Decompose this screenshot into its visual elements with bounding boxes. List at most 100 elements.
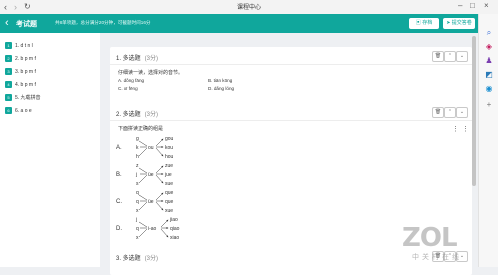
syllable: jiao xyxy=(169,217,178,223)
option-b[interactable]: B. tiān kōng xyxy=(208,78,232,83)
question-number-badge: 5 xyxy=(5,94,12,102)
syllable: zue xyxy=(165,163,173,169)
sidebar-item-label: 4. b p m f xyxy=(15,82,36,88)
scrollbar-thumb[interactable] xyxy=(472,36,476,186)
divider xyxy=(110,120,472,121)
question-score: (3分) xyxy=(144,56,159,62)
syllable: xue xyxy=(165,208,173,214)
question-stem: 下面拼读正确的组是 xyxy=(118,126,164,132)
final: üe xyxy=(148,172,154,178)
sidebar-item-label: 3. b p m f xyxy=(15,69,36,75)
syllable: xiao xyxy=(170,235,179,241)
initial: q xyxy=(136,226,139,232)
syllable: gou xyxy=(165,136,174,142)
pinyin-diagram: A. g k h ou gou kou hou B. z j s üe zue … xyxy=(116,136,180,241)
send-icon: ➤ xyxy=(446,20,451,26)
question-header: 3. 多选题 (3分) xyxy=(116,253,158,262)
question-number-badge: 1 xyxy=(5,42,12,50)
initial: j xyxy=(135,172,137,178)
initial: k xyxy=(136,145,139,151)
question-title: 1. 多选题 xyxy=(116,56,141,62)
games-icon[interactable]: ♟ xyxy=(484,56,494,65)
browser-sidebar: ⌕ ◈ ♟ ◩ ◉ + xyxy=(478,14,498,267)
delete-icon[interactable]: 🗑 xyxy=(432,51,444,62)
scrollbar[interactable] xyxy=(472,36,476,216)
minimize-icon[interactable]: – xyxy=(458,1,462,10)
sidebar-item-label: 1. d t n l xyxy=(15,43,33,49)
question-number-badge: 6 xyxy=(5,107,12,115)
search-icon[interactable]: ⌕ xyxy=(484,28,494,37)
close-icon[interactable]: × xyxy=(484,1,489,10)
outlook-icon[interactable]: ◉ xyxy=(484,84,494,93)
tools-icon[interactable]: ◩ xyxy=(484,70,494,79)
submit-label: 提交答卷 xyxy=(451,20,472,26)
question-score: (3分) xyxy=(144,256,159,262)
save-icon: ▣ xyxy=(415,20,421,26)
sidebar-item-label: 6. a o e xyxy=(15,108,32,114)
final: üe xyxy=(148,199,154,205)
initial: q xyxy=(136,199,139,205)
syllable: hou xyxy=(165,154,174,160)
question-title: 2. 多选题 xyxy=(116,112,141,118)
initial: z xyxy=(136,163,139,169)
chevron-down-icon[interactable]: ⌄ xyxy=(456,107,468,118)
chevron-down-icon[interactable]: ⌄ xyxy=(456,51,468,62)
syllable: que xyxy=(165,199,174,205)
question-header: 2. 多选题 (3分) xyxy=(116,109,158,118)
initial: h xyxy=(136,154,139,160)
more-icon[interactable]: ⋮ xyxy=(462,125,469,133)
sidebar-item-5[interactable]: 5 5. 九载拼音 xyxy=(5,94,41,102)
option-a-label[interactable]: A. xyxy=(116,145,122,151)
save-button[interactable]: ▣ 存档 xyxy=(409,18,439,29)
save-label: 存档 xyxy=(422,20,433,26)
initial: q xyxy=(136,190,139,196)
delete-icon[interactable]: 🗑 xyxy=(432,107,444,118)
question-header: 1. 多选题 (3分) xyxy=(116,53,158,62)
question-title: 3. 多选题 xyxy=(116,256,141,262)
question-number-badge: 4 xyxy=(5,81,12,89)
question-score: (3分) xyxy=(144,112,159,118)
final: ou xyxy=(148,145,154,151)
diagram-b: B. z j s üe zue jue sue xyxy=(116,163,173,187)
add-icon[interactable]: + xyxy=(484,100,494,109)
question-number-badge: 3 xyxy=(5,68,12,76)
sidebar-item-1[interactable]: 1 1. d t n l xyxy=(5,42,33,50)
submit-button[interactable]: ➤ 提交答卷 xyxy=(443,18,475,29)
zol-watermark-logo: ZOL xyxy=(402,223,458,253)
diagram-a: A. g k h ou gou kou hou xyxy=(116,136,174,160)
diagram-d: D. j q x i-ao jiao qiao xiao xyxy=(116,217,180,241)
maximize-icon[interactable]: □ xyxy=(470,1,475,10)
tab-title: 课程中心 xyxy=(236,5,261,11)
initial: x xyxy=(136,235,139,241)
sidebar-item-3[interactable]: 3 3. b p m f xyxy=(5,68,36,76)
option-d-label[interactable]: D. xyxy=(116,226,122,232)
initial: x xyxy=(136,208,139,214)
sidebar-item-4[interactable]: 4 4. b p m f xyxy=(5,81,36,89)
exam-header: ‹ 考试题 共8单项题，总分满分20分钟，可截题时间16分 ▣ 存档 ➤ 提交答… xyxy=(0,14,478,33)
option-c-label[interactable]: C. xyxy=(116,199,122,205)
question-number-badge: 2 xyxy=(5,55,12,63)
syllable: kou xyxy=(165,145,173,151)
browser-toolbar: ‹ › ↻ 课程中心 – □ × xyxy=(0,0,498,15)
option-c[interactable]: C. xī fēng xyxy=(118,86,138,91)
question-sidebar: 1 1. d t n l 2 2. b p m f 3 3. b p m f 4 4. … xyxy=(0,33,100,267)
sidebar-item-label: 5. 九载拼音 xyxy=(15,95,41,101)
divider xyxy=(110,64,472,65)
final: i-ao xyxy=(148,226,157,232)
syllable: sue xyxy=(165,181,173,187)
option-d[interactable]: D. dǎng lóng xyxy=(208,86,234,91)
back-arrow-icon[interactable]: ‹ xyxy=(5,17,9,29)
question-stem: 仔细读一读，选择对的音节。 xyxy=(118,70,184,76)
sidebar-item-label: 2. b p m f xyxy=(15,56,36,62)
collections-icon[interactable]: ◈ xyxy=(484,42,494,51)
exam-info: 共8单项题，总分满分20分钟，可截题时间16分 xyxy=(55,20,151,25)
initial: g xyxy=(136,136,139,142)
option-a[interactable]: A. dǒng fāng xyxy=(118,78,144,83)
sidebar-item-6[interactable]: 6 6. a o e xyxy=(5,107,32,115)
initial: j xyxy=(135,217,137,223)
more-icon[interactable]: ⋮ xyxy=(452,125,459,133)
chevron-up-icon[interactable]: ⌃ xyxy=(444,51,456,62)
sidebar-item-2[interactable]: 2 2. b p m f xyxy=(5,55,36,63)
chevron-up-icon[interactable]: ⌃ xyxy=(444,107,456,118)
option-b-label[interactable]: B. xyxy=(116,172,122,178)
